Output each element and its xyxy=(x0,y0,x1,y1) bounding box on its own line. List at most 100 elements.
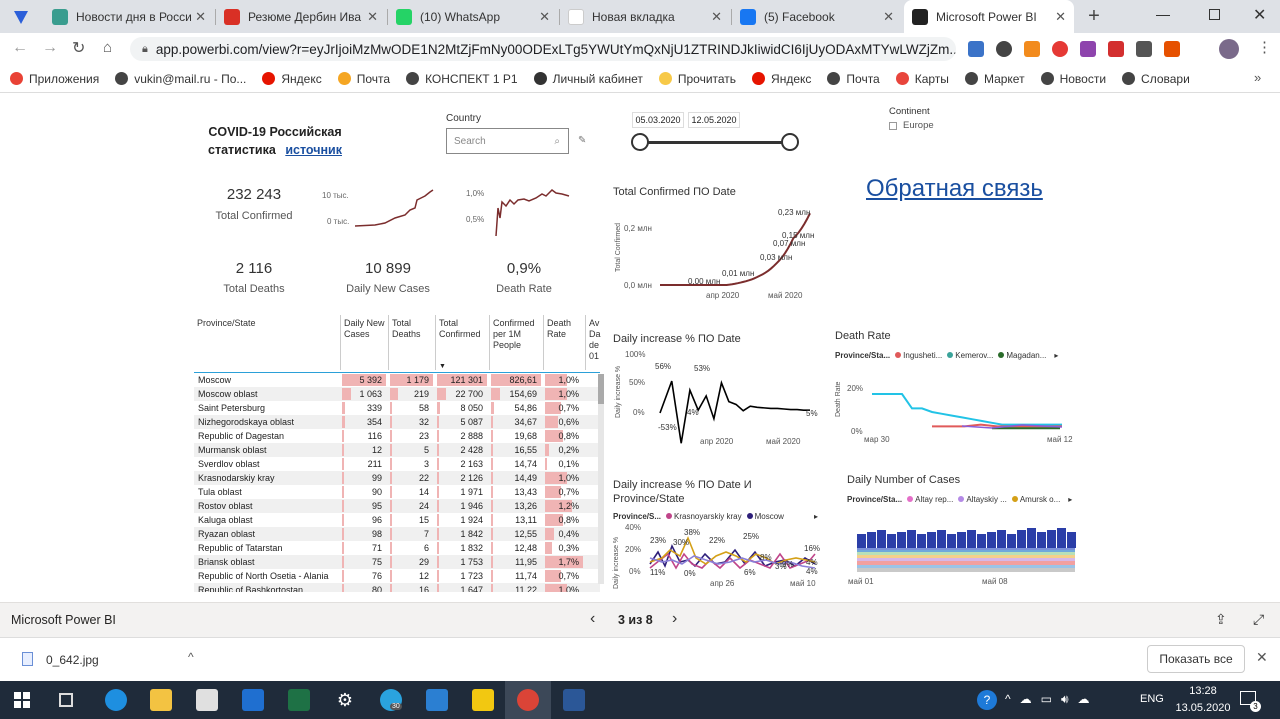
browser-menu-icon[interactable] xyxy=(12,8,30,26)
extension-icons[interactable] xyxy=(968,41,1183,57)
table-row[interactable]: Sverdlov oblast 211 3 2 163 14,74 0,1% xyxy=(194,457,600,471)
bookmarks-overflow-icon[interactable]: » xyxy=(1254,70,1261,85)
language-indicator[interactable]: ENG xyxy=(1140,693,1164,705)
clock-time[interactable]: 13:28 xyxy=(1183,685,1223,697)
legend-item[interactable]: Magadan... xyxy=(998,351,1046,360)
table-row[interactable]: Briansk oblast 75 29 1 753 11,95 1,7% xyxy=(194,555,600,569)
table-header-cell[interactable]: Confirmed per 1M People xyxy=(489,315,543,370)
table-row[interactable]: Ryazan oblast 98 7 1 842 12,55 0,4% xyxy=(194,527,600,541)
fullscreen-icon[interactable]: ⤢ xyxy=(1253,611,1264,628)
excel-icon[interactable] xyxy=(288,689,310,711)
edge-icon[interactable] xyxy=(105,689,127,711)
date-slider-start-handle[interactable] xyxy=(631,133,649,151)
browser-tab[interactable]: (10) WhatsApp ✕ xyxy=(388,0,558,33)
explorer-icon[interactable] xyxy=(150,689,172,711)
table-row[interactable]: Republic of North Osetia - Alania 76 12 1 7… xyxy=(194,569,600,583)
browser-tab[interactable]: Новая вкладка ✕ xyxy=(560,0,730,33)
close-download-bar-icon[interactable]: ✕ xyxy=(1256,649,1268,666)
legend-next-icon[interactable]: ▸ xyxy=(1054,351,1058,360)
bookmark-item[interactable]: Словари xyxy=(1122,72,1190,86)
settings-icon[interactable]: ⚙ xyxy=(334,689,356,711)
browser-tab[interactable]: (5) Facebook ✕ xyxy=(732,0,902,33)
table-row[interactable]: Tula oblast 90 14 1 971 13,43 0,7% xyxy=(194,485,600,499)
table-row[interactable]: Moscow 5 392 1 179 121 301 826,61 1,0% xyxy=(194,373,600,387)
table-header-cell[interactable]: Province/State xyxy=(194,315,340,370)
bookmark-item[interactable]: КОНСПЕКТ 1 Р1 xyxy=(406,72,518,86)
browser-menu-dots-icon[interactable]: ⋮ xyxy=(1257,38,1272,56)
bookmark-item[interactable]: Личный кабинет xyxy=(533,72,643,86)
eraser-icon[interactable]: ✎ xyxy=(578,135,586,146)
download-menu-icon[interactable]: ^ xyxy=(188,650,194,664)
bookmark-item[interactable]: Яндекс xyxy=(752,72,811,86)
new-tab-button[interactable]: + xyxy=(1083,5,1105,27)
table-row[interactable]: Moscow oblast 1 063 219 22 700 154,69 1,0% xyxy=(194,387,600,401)
clock-date[interactable]: 13.05.2020 xyxy=(1173,702,1233,714)
powerbi-icon[interactable] xyxy=(472,689,494,711)
table-row[interactable]: Rostov oblast 95 24 1 946 13,26 1,2% xyxy=(194,499,600,513)
legend-item[interactable]: Altay rep... xyxy=(907,495,953,504)
help-icon[interactable]: ? xyxy=(977,690,997,710)
profile-avatar[interactable] xyxy=(1219,39,1239,59)
date-to[interactable]: 12.05.2020 xyxy=(688,112,740,128)
feedback-link[interactable]: Обратная связь xyxy=(866,175,1043,203)
table-scrollbar[interactable] xyxy=(598,374,604,584)
tab-close-icon[interactable]: ✕ xyxy=(539,9,550,25)
date-slider-track[interactable] xyxy=(640,141,790,144)
next-page-icon[interactable]: › xyxy=(672,610,677,628)
legend-item[interactable]: Kemerov... xyxy=(947,351,993,360)
tab-close-icon[interactable]: ✕ xyxy=(1055,9,1066,25)
table-row[interactable]: Republic of Bashkortostan 80 16 1 647 11,22 1… xyxy=(194,583,600,592)
legend-item[interactable]: Ingusheti... xyxy=(895,351,942,360)
table-header-cell[interactable]: Total Deaths xyxy=(388,315,435,370)
reload-icon[interactable]: ↻ xyxy=(72,38,85,58)
table-row[interactable]: Saint Petersburg 339 58 8 050 54,86 0,7% xyxy=(194,401,600,415)
bookmark-item[interactable]: Почта xyxy=(827,72,880,86)
legend-next-icon[interactable]: ▸ xyxy=(814,512,818,521)
date-from[interactable]: 05.03.2020 xyxy=(632,112,684,128)
bookmark-item[interactable]: Маркет xyxy=(964,72,1025,86)
table-row[interactable]: Republic of Dagestan 116 23 2 888 19,68 0,8% xyxy=(194,429,600,443)
continent-option-europe[interactable]: Europe xyxy=(903,120,934,131)
bookmark-item[interactable]: Приложения xyxy=(10,72,99,86)
download-file-name[interactable]: 0_642.jpg xyxy=(46,653,99,667)
browser-tab[interactable]: Microsoft Power BI ✕ xyxy=(904,0,1074,33)
maximize-button[interactable] xyxy=(1209,9,1220,20)
bookmark-item[interactable]: Почта xyxy=(337,72,390,86)
browser-tab[interactable]: Новости дня в Росси ✕ xyxy=(44,0,214,33)
sort-arrow-icon[interactable]: ▼ xyxy=(439,363,446,370)
bookmark-item[interactable]: vukin@mail.ru - По... xyxy=(115,72,246,86)
legend-item[interactable]: Amursk o... xyxy=(1011,495,1060,504)
country-search-box[interactable]: Search ⌕ xyxy=(446,128,569,154)
legend-next-icon[interactable]: ▸ xyxy=(1068,495,1072,504)
home-icon[interactable]: ⌂ xyxy=(103,39,112,56)
table-row[interactable]: Murmansk oblast 12 5 2 428 16,55 0,2% xyxy=(194,443,600,457)
table-header-cell[interactable]: Death Rate xyxy=(543,315,585,370)
browser-tab[interactable]: Резюме Дербин Ива ✕ xyxy=(216,0,386,33)
photos-icon[interactable] xyxy=(426,689,448,711)
task-view-icon[interactable] xyxy=(59,693,73,707)
back-icon[interactable]: ← xyxy=(12,39,28,57)
minimize-button[interactable] xyxy=(1156,8,1170,16)
chrome-icon[interactable] xyxy=(517,689,539,711)
table-header-cell[interactable]: Daily New Cases xyxy=(340,315,388,370)
table-row[interactable]: Nizhegorodskaya oblast 354 32 5 087 34,67 0,6… xyxy=(194,415,600,429)
table-row[interactable]: Kaluga oblast 96 15 1 924 13,11 0,8% xyxy=(194,513,600,527)
word-icon[interactable] xyxy=(563,689,585,711)
tab-close-icon[interactable]: ✕ xyxy=(195,9,206,25)
table-row[interactable]: Krasnodarskiy kray 99 22 2 126 14,49 1,0% xyxy=(194,471,600,485)
bookmark-item[interactable]: Прочитать xyxy=(658,72,736,86)
bookmark-item[interactable]: Новости xyxy=(1040,72,1106,86)
mail-icon[interactable] xyxy=(242,689,264,711)
forward-icon[interactable]: → xyxy=(42,39,58,57)
store-icon[interactable] xyxy=(196,689,218,711)
date-slider-end-handle[interactable] xyxy=(781,133,799,151)
table-row[interactable]: Republic of Tatarstan 71 6 1 832 12,48 0,3% xyxy=(194,541,600,555)
tray-icons[interactable]: ^☁▭🔊︎☁ xyxy=(1005,692,1099,707)
url-field[interactable]: 🔒︎ app.powerbi.com/view?r=eyJrIjoiMzMwOD… xyxy=(130,37,956,61)
show-all-button[interactable]: Показать все xyxy=(1147,645,1245,673)
tab-close-icon[interactable]: ✕ xyxy=(367,9,378,25)
bookmark-item[interactable]: Карты xyxy=(895,72,949,86)
powerbi-app-label[interactable]: Microsoft Power BI xyxy=(11,613,116,627)
source-link[interactable]: источник xyxy=(285,143,342,157)
prev-page-icon[interactable]: ‹ xyxy=(590,610,595,628)
